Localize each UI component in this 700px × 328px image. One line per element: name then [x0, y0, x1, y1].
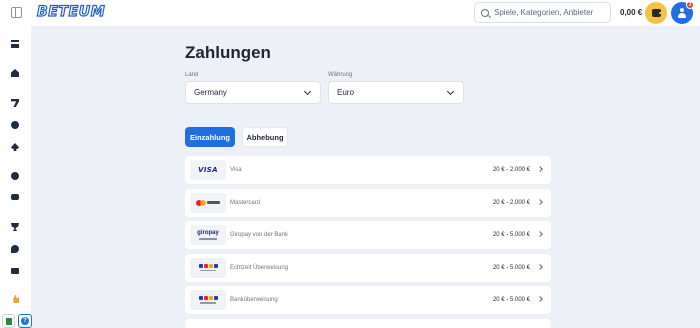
chevron-right-icon [537, 263, 543, 270]
trophy-icon[interactable] [11, 223, 19, 231]
payment-method-row-partial[interactable] [185, 318, 551, 328]
visa-logo: VISA [190, 160, 226, 180]
bank-transfer-logo [190, 290, 226, 310]
currency-label: Währung [328, 72, 353, 78]
payment-method-range: 20 € - 5.000 € [492, 297, 530, 303]
mastercard-logo [190, 192, 226, 213]
bag-icon[interactable] [11, 266, 19, 274]
payment-method-row[interactable]: VISA Visa 20 € - 2.000 € [185, 156, 551, 184]
wallet-button[interactable] [645, 2, 667, 24]
currency-select[interactable]: Euro [328, 81, 464, 104]
chevron-right-icon [537, 166, 543, 172]
payment-method-name: Giropay von der Bank [230, 232, 289, 238]
grid-icon[interactable] [11, 40, 19, 48]
wallet-icon [651, 9, 662, 17]
giropay-logo: giropay [190, 225, 226, 245]
cards-spade-icon[interactable] [11, 143, 19, 151]
slot-seven-icon[interactable] [11, 99, 19, 107]
casino-chip-icon[interactable] [11, 121, 19, 129]
tab-abhebung[interactable]: Abhebung [242, 127, 288, 147]
search-icon [481, 8, 489, 17]
thumbs-up-icon[interactable] [11, 295, 19, 303]
payment-method-name: Mastercard [230, 199, 261, 206]
help-icon: ? [21, 317, 29, 325]
payment-method-range: 20 € - 2.000 € [492, 167, 530, 173]
chevron-right-icon [537, 231, 543, 237]
tab-einzahlung[interactable]: Einzahlung [185, 127, 235, 147]
chevron-down-icon [303, 87, 312, 96]
payment-method-row[interactable]: Mastercard 20 € - 2.000 € [185, 188, 551, 217]
payment-method-list: VISA Visa 20 € - 2.000 € Mastercard 20 €… [185, 156, 551, 328]
payment-method-row[interactable]: Echtzeit Überweisung 20 € - 5.000 € [185, 253, 551, 282]
user-icon [677, 8, 687, 18]
search-input[interactable] [494, 8, 610, 17]
payment-method-range: 20 € - 2.000 € [492, 199, 530, 206]
top-bar: BETEUM 0,00 € 3 [0, 0, 700, 26]
country-value: Germany [194, 88, 227, 97]
sidebar-toggle-icon[interactable] [11, 7, 22, 18]
home-icon[interactable] [11, 69, 19, 77]
chevron-right-icon [537, 198, 543, 205]
brand-logo[interactable]: BETEUM [36, 3, 105, 21]
page-title: Zahlungen [185, 43, 271, 62]
payment-method-name: Banküberweisung [230, 297, 278, 303]
notification-badge: 3 [686, 1, 694, 9]
payment-method-range: 20 € - 5.000 € [492, 264, 530, 271]
balance-display[interactable]: 0,00 € [620, 8, 642, 17]
payment-method-range: 20 € - 5.000 € [492, 232, 530, 238]
payment-method-name: Echtzeit Überweisung [230, 264, 289, 271]
excel-icon[interactable] [2, 314, 15, 328]
payment-method-row[interactable]: Banküberweisung 20 € - 5.000 € [185, 286, 551, 314]
chevron-down-icon [446, 87, 455, 96]
help-button[interactable]: ? [18, 314, 32, 328]
currency-value: Euro [337, 88, 354, 97]
swirl-icon[interactable] [11, 245, 19, 253]
country-select[interactable]: Germany [185, 81, 321, 104]
payment-method-name: Visa [230, 167, 242, 173]
instant-transfer-logo [190, 257, 226, 278]
country-label: Land [185, 72, 199, 78]
sidebar: ? [0, 26, 32, 328]
payment-method-row[interactable]: giropay Giropay von der Bank 20 € - 5.00… [185, 221, 551, 249]
chevron-right-icon [537, 296, 543, 302]
football-icon[interactable] [11, 172, 19, 180]
live-tv-icon[interactable] [11, 193, 19, 201]
search-box[interactable] [474, 2, 611, 23]
